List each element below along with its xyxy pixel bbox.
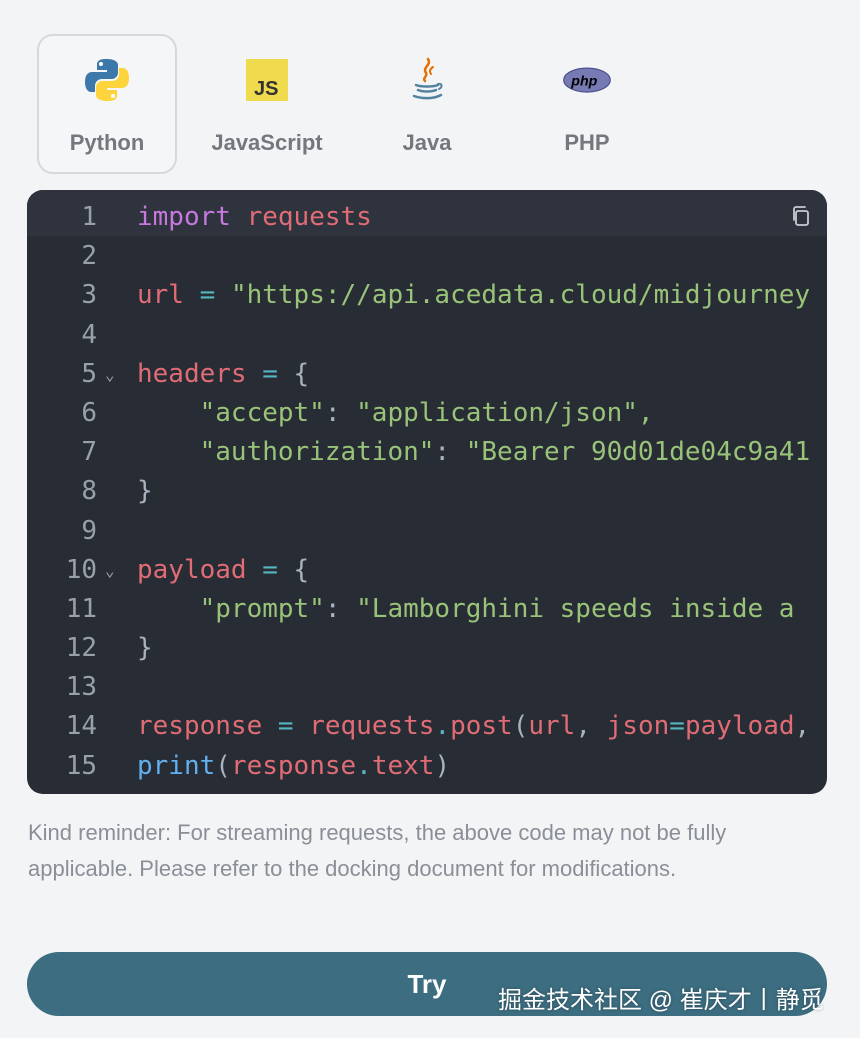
line-number: 1 <box>81 202 97 232</box>
fold-chevron-icon[interactable]: ⌄ <box>99 355 137 394</box>
code-line: 11 "prompt": "Lamborghini speeds inside … <box>27 590 810 629</box>
line-number: 2 <box>81 241 97 272</box>
tab-java-label: Java <box>402 130 452 155</box>
code-line: 9 <box>27 512 810 551</box>
java-icon <box>403 56 451 104</box>
line-number: 15 <box>65 750 97 781</box>
code-line: 1 import requests <box>27 198 810 237</box>
line-number: 14 <box>65 711 97 742</box>
code-content: 1 import requests 2 3 url = "https://api… <box>27 198 810 786</box>
code-line: 12 } <box>27 629 810 668</box>
svg-text:php: php <box>570 73 597 89</box>
line-number: 13 <box>65 672 97 703</box>
line-number: 11 <box>65 593 97 624</box>
line-number: 3 <box>81 280 97 311</box>
tab-python[interactable]: Python <box>37 34 177 174</box>
tab-javascript-label: JavaScript <box>211 130 323 155</box>
line-number: 12 <box>65 633 97 664</box>
code-block: 1 import requests 2 3 url = "https://api… <box>27 190 827 794</box>
python-icon <box>83 56 131 104</box>
code-line: 6 "accept": "application/json", <box>27 394 810 433</box>
code-line: 14 response = requests.post(url, json=pa… <box>27 707 810 746</box>
code-line: 8 } <box>27 472 810 511</box>
php-icon: php <box>563 56 611 104</box>
tab-php[interactable]: php PHP <box>517 34 657 174</box>
line-number: 6 <box>81 397 97 428</box>
code-line: 7 "authorization": "Bearer 90d01de04c9a4… <box>27 433 810 472</box>
tab-java[interactable]: Java <box>357 34 497 174</box>
code-line: 13 <box>27 668 810 707</box>
javascript-icon: JS <box>243 56 291 104</box>
tab-python-label: Python <box>69 130 145 155</box>
line-number: 7 <box>81 437 97 468</box>
line-number: 4 <box>81 319 97 350</box>
code-line: 15 print(response.text) <box>27 747 810 786</box>
code-line: 5 ⌄ headers = { <box>27 355 810 394</box>
language-tabs: Python JS JavaScript Java php PHP <box>37 34 677 174</box>
svg-text:JS: JS <box>254 78 278 100</box>
code-line: 4 <box>27 316 810 355</box>
tab-javascript[interactable]: JS JavaScript <box>197 34 337 174</box>
line-number: 9 <box>81 515 97 546</box>
code-line: 2 <box>27 237 810 276</box>
code-line: 10 ⌄ payload = { <box>27 551 810 590</box>
fold-chevron-icon[interactable]: ⌄ <box>99 551 137 590</box>
line-number: 8 <box>81 476 97 507</box>
streaming-reminder-text: Kind reminder: For streaming requests, t… <box>28 820 727 881</box>
watermark-text: 掘金技术社区 @ 崔庆才丨静觅 <box>498 987 824 1014</box>
code-line: 3 url = "https://api.acedata.cloud/midjo… <box>27 276 810 315</box>
line-number: 5 <box>81 358 97 389</box>
tab-php-label: PHP <box>564 130 610 155</box>
line-number: 10 <box>65 554 97 585</box>
